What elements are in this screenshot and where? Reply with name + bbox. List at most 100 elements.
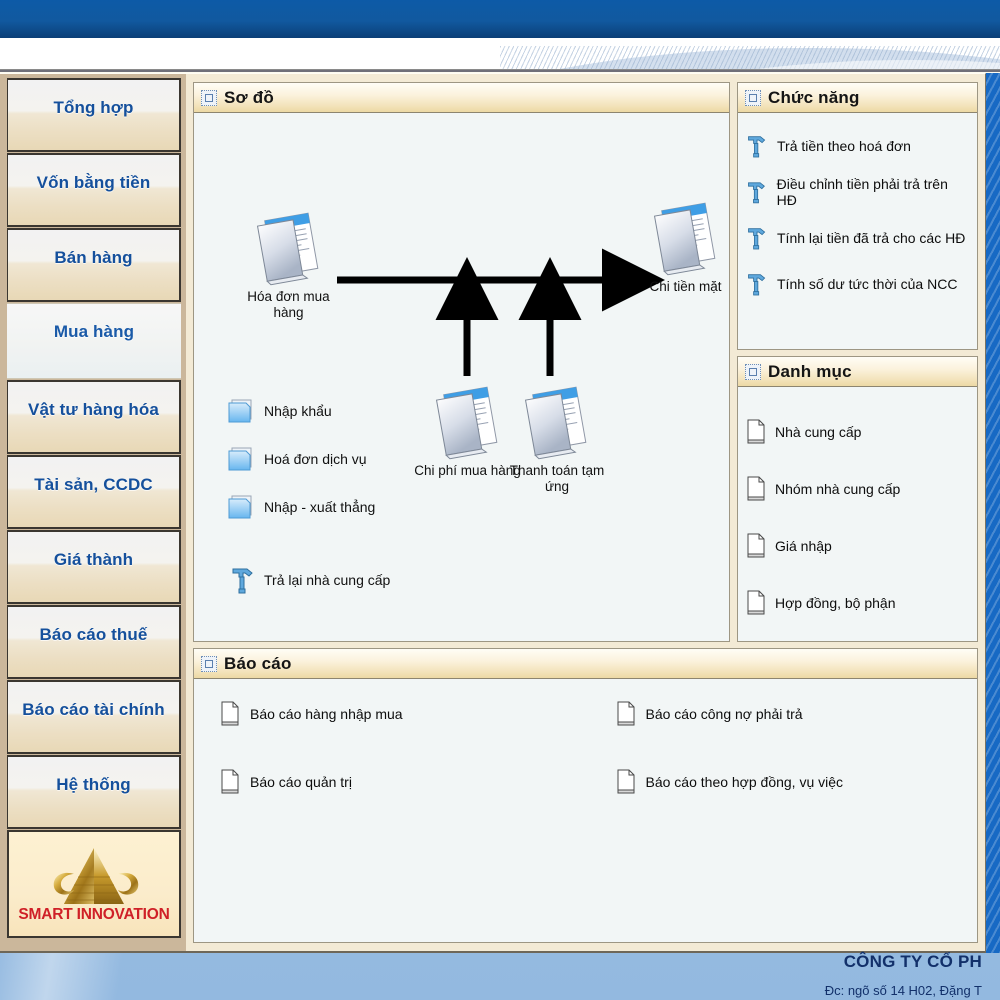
documents-icon — [524, 386, 587, 460]
shortcut-label: Trả lại nhà cung cấp — [264, 572, 391, 588]
report-bao-cao-theo-hop-dong[interactable]: Báo cáo theo hợp đồng, vụ việc — [586, 769, 978, 795]
functions-panel: Chức năng Trả tiền theo hoá đơn Điều chỉ… — [737, 82, 978, 350]
function-label: Điều chỉnh tiền phải trả trên HĐ — [776, 176, 948, 208]
functions-panel-title: Chức năng — [768, 87, 860, 107]
sidebar-item-tai-san-ccdc[interactable]: Tài sản, CCDC — [7, 455, 181, 529]
diagram-arrows — [337, 248, 665, 376]
sidebar-item-von-bang-tien[interactable]: Vốn bằng tiền — [7, 153, 181, 227]
brand-logo-text: SMART INNOVATION — [18, 906, 170, 923]
folder-icon — [228, 447, 252, 471]
hammer-icon — [232, 568, 253, 594]
report-label: Báo cáo quản trị — [250, 774, 352, 790]
reports-panel-header: Báo cáo — [194, 649, 977, 679]
catalog-label: Nhà cung cấp — [775, 423, 862, 440]
sidebar-item-he-thong[interactable]: Hệ thống — [7, 755, 181, 829]
catalog-panel: Danh mục Nhà cung cấp Nhóm nhà cung cấp … — [737, 356, 978, 642]
sidebar-item-vat-tu-hang-hoa[interactable]: Vật tư hàng hóa — [7, 380, 181, 454]
catalog-panel-body: Nhà cung cấp Nhóm nhà cung cấp Giá nhập … — [738, 387, 977, 641]
page-icon — [617, 769, 634, 794]
catalog-label: Giá nhập — [775, 537, 832, 554]
catalog-panel-header: Danh mục — [738, 357, 977, 387]
reports-panel-body: Báo cáo hàng nhập mua Báo cáo công nợ ph… — [194, 679, 977, 942]
node-hoa-don-mua-hang[interactable]: Hóa đơn mua hàng — [216, 211, 361, 321]
shortcut-nhap-khau[interactable]: Nhập khẩu — [226, 397, 332, 425]
shortcut-label: Nhập khẩu — [264, 403, 332, 419]
sidebar-item-label: Vốn bằng tiền — [36, 173, 151, 192]
node-label: Chi tiền mặt — [649, 279, 722, 294]
sidebar-item-label: Mua hàng — [53, 322, 135, 341]
functions-icon — [745, 89, 761, 106]
node-thanh-toan-tam-ung[interactable]: Thanh toán tạm ứng — [482, 385, 632, 495]
footer-company-name: CÔNG TY CỔ PH — [843, 952, 982, 971]
sidebar-item-label: Giá thành — [53, 550, 134, 569]
hammer-icon — [748, 228, 766, 250]
sidebar-item-gia-thanh[interactable]: Giá thành — [7, 530, 181, 604]
reports-panel-title: Báo cáo — [224, 653, 292, 673]
hammer-icon — [748, 182, 765, 204]
node-label: Hóa đơn mua hàng — [247, 289, 330, 320]
catalog-label: Hợp đồng, bộ phận — [775, 594, 896, 611]
page-icon — [221, 769, 239, 794]
report-label: Báo cáo theo hợp đồng, vụ việc — [645, 774, 844, 790]
function-tinh-lai-tien-da-tra[interactable]: Tính lại tiền đã trả cho các HĐ — [738, 215, 977, 261]
reports-grid: Báo cáo hàng nhập mua Báo cáo công nợ ph… — [194, 701, 977, 795]
folder-icon — [228, 495, 252, 519]
shortcut-label: Nhập - xuất thẳng — [264, 499, 376, 515]
sidebar-item-label: Vật tư hàng hóa — [28, 400, 159, 419]
function-label: Trả tiền theo hoá đơn — [777, 138, 911, 154]
process-diagram: Hóa đơn mua hàng Chi tiền mặt Chi phí mu… — [194, 113, 729, 641]
shortcut-nhap-xuat-thang[interactable]: Nhập - xuất thẳng — [226, 493, 375, 521]
sidebar-item-label: Tổng hợp — [53, 98, 134, 117]
reports-icon — [201, 655, 217, 672]
sidebar-item-mua-hang[interactable]: Mua hàng — [7, 303, 181, 379]
sidebar-item-bao-cao-tai-chinh[interactable]: Báo cáo tài chính — [7, 680, 181, 754]
diagram-panel-body: Hóa đơn mua hàng Chi tiền mặt Chi phí mu… — [194, 113, 729, 641]
function-tinh-so-du-tuc-thoi[interactable]: Tính số dư tức thời của NCC — [738, 261, 977, 307]
brand-logo: SMART INNOVATION — [7, 830, 181, 938]
report-bao-cao-hang-nhap-mua[interactable]: Báo cáo hàng nhập mua — [194, 701, 586, 727]
function-label: Tính số dư tức thời của NCC — [777, 276, 958, 292]
sidebar-item-bao-cao-thue[interactable]: Báo cáo thuế — [7, 605, 181, 679]
functions-panel-header: Chức năng — [738, 83, 977, 113]
node-label: Thanh toán tạm ứng — [509, 463, 605, 494]
function-tra-tien-theo-hoa-don[interactable]: Trả tiền theo hoá đơn — [738, 123, 977, 169]
catalog-hop-dong-bo-phan[interactable]: Hợp đồng, bộ phận — [738, 574, 977, 631]
diagram-panel: Sơ đồ Hóa đơn mua hàng Chi tiền mặt Chi … — [193, 82, 730, 642]
page-icon — [747, 476, 765, 500]
sidebar-item-ban-hang[interactable]: Bán hàng — [7, 228, 181, 302]
report-label: Báo cáo công nợ phải trả — [645, 706, 803, 722]
shortcut-tra-lai-nha-cung-cap[interactable]: Trả lại nhà cung cấp — [230, 565, 390, 595]
diagram-column: Sơ đồ Hóa đơn mua hàng Chi tiền mặt Chi … — [193, 82, 730, 642]
sidebar-item-label: Bán hàng — [54, 248, 133, 267]
reports-panel: Báo cáo Báo cáo hàng nhập mua Báo cáo cô… — [193, 648, 978, 943]
page-icon — [221, 701, 239, 726]
catalog-label: Nhóm nhà cung cấp — [775, 480, 901, 497]
function-label: Tính lại tiền đã trả cho các HĐ — [777, 230, 966, 246]
folder-icon — [228, 399, 252, 423]
page-icon — [747, 590, 765, 614]
content-area: Sơ đồ Hóa đơn mua hàng Chi tiền mặt Chi … — [186, 74, 985, 951]
report-label: Báo cáo hàng nhập mua — [250, 706, 403, 722]
documents-icon — [653, 202, 715, 276]
catalog-nha-cung-cap[interactable]: Nhà cung cấp — [738, 403, 977, 460]
catalog-nhom-nha-cung-cap[interactable]: Nhóm nhà cung cấp — [738, 460, 977, 517]
catalog-gia-nhap[interactable]: Giá nhập — [738, 517, 977, 574]
hammer-icon — [748, 136, 766, 158]
hammer-icon — [748, 274, 766, 296]
application-window: Tổng hợp Vốn bằng tiền Bán hàng Mua hàng… — [0, 73, 986, 953]
shortcut-label: Hoá đơn dịch vụ — [264, 451, 367, 467]
report-bao-cao-cong-no-phai-tra[interactable]: Báo cáo công nợ phải trả — [586, 701, 978, 727]
shortcut-hoa-don-dich-vu[interactable]: Hoá đơn dịch vụ — [226, 445, 367, 473]
sidebar-item-label: Hệ thống — [56, 775, 131, 794]
right-column: Chức năng Trả tiền theo hoá đơn Điều chỉ… — [737, 82, 978, 642]
report-bao-cao-quan-tri[interactable]: Báo cáo quản trị — [194, 769, 586, 795]
function-dieu-chinh-tien-phai-tra[interactable]: Điều chỉnh tiền phải trả trên HĐ — [738, 169, 977, 215]
upper-panels-row: Sơ đồ Hóa đơn mua hàng Chi tiền mặt Chi … — [193, 82, 978, 642]
node-chi-tien-mat[interactable]: Chi tiền mặt — [618, 201, 729, 295]
diagram-panel-title: Sơ đồ — [224, 87, 274, 107]
sidebar-item-label: Tài sản, CCDC — [34, 475, 153, 494]
window-titlebar — [0, 0, 1000, 38]
catalog-icon — [745, 363, 761, 380]
diagram-panel-header: Sơ đồ — [194, 83, 729, 113]
sidebar-item-tong-hop[interactable]: Tổng hợp — [7, 78, 181, 152]
